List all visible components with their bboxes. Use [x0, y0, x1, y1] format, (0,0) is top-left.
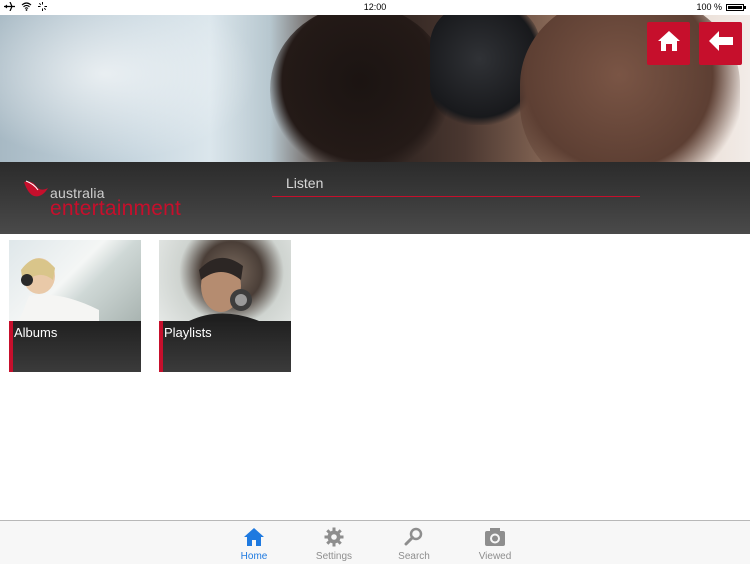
tab-home[interactable]: Home	[224, 525, 284, 562]
back-button[interactable]	[699, 22, 742, 65]
hero-image	[0, 15, 750, 162]
camera-icon	[465, 525, 525, 549]
status-time: 12:00	[363, 2, 387, 12]
virgin-australia-logo: australia entertainment	[22, 178, 181, 220]
tile-accent	[9, 321, 13, 372]
tab-search[interactable]: Search	[384, 525, 444, 562]
home-icon	[656, 29, 682, 58]
battery-percentage: 100 %	[696, 2, 722, 12]
status-bar: 12:00 100 %	[0, 0, 750, 15]
tab-label: Viewed	[478, 551, 512, 562]
playlists-label: Playlists	[164, 325, 212, 340]
battery-icon	[726, 3, 746, 11]
albums-image	[9, 240, 141, 321]
albums-label: Albums	[14, 325, 58, 340]
section-title: Listen	[286, 175, 324, 191]
gear-icon	[304, 525, 364, 549]
tab-viewed[interactable]: Viewed	[465, 525, 525, 562]
search-icon	[384, 525, 444, 549]
virgin-logo-icon	[24, 180, 48, 197]
tile-accent	[159, 321, 163, 372]
back-arrow-icon	[707, 29, 735, 58]
section-underline	[272, 196, 640, 197]
playlists-tile[interactable]: Playlists	[159, 240, 291, 372]
brand-big-text: entertainment	[50, 197, 182, 220]
playlists-image	[159, 240, 291, 321]
albums-tile[interactable]: Albums	[9, 240, 141, 372]
tab-label: Settings	[315, 551, 353, 562]
tab-bar: Home Settings Search Viewed	[0, 520, 750, 564]
status-right: 100 %	[696, 2, 746, 12]
tab-label: Home	[240, 551, 268, 562]
brand-bar: australia entertainment Listen	[0, 162, 750, 234]
tab-label: Search	[398, 551, 430, 562]
tab-settings[interactable]: Settings	[304, 525, 364, 562]
home-button[interactable]	[647, 22, 690, 65]
home-icon	[224, 525, 284, 549]
